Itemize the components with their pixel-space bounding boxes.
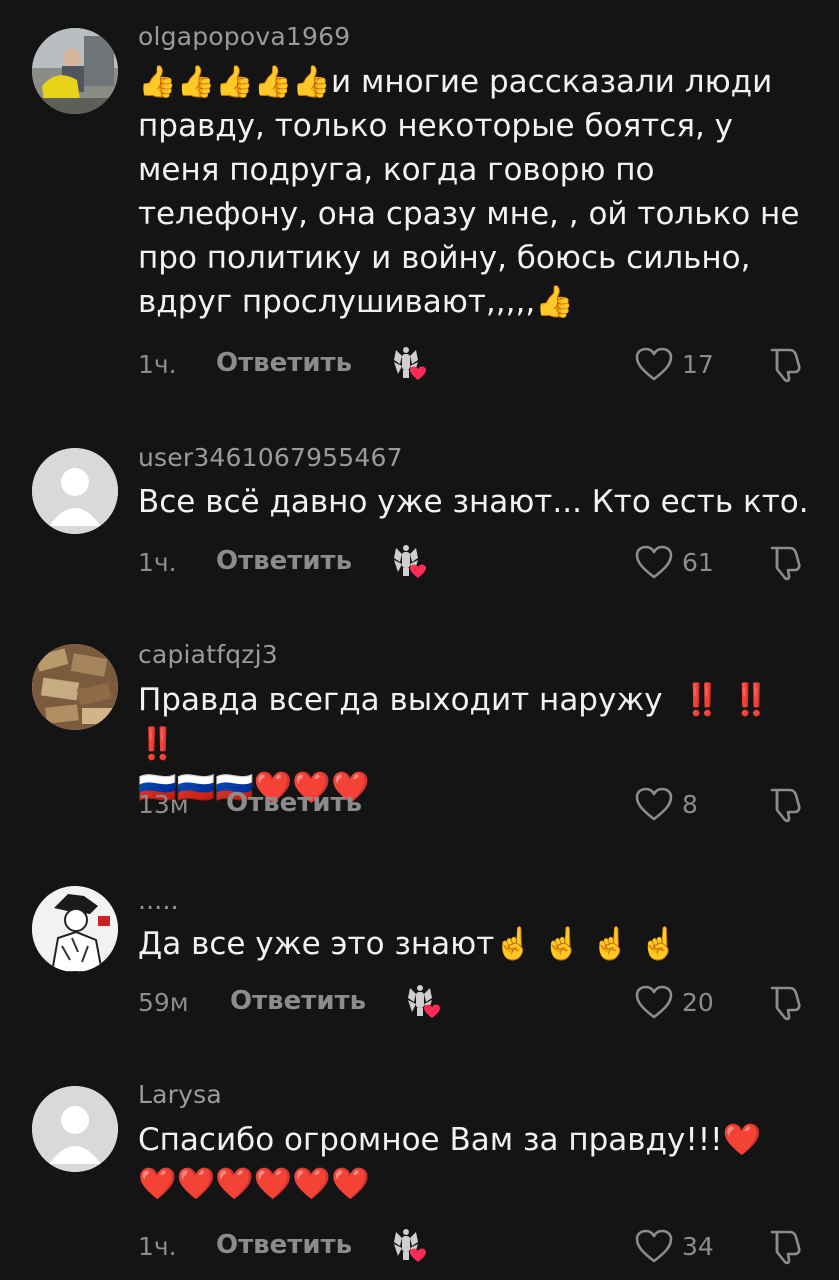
dislike-icon[interactable] [766, 784, 806, 824]
avatar[interactable] [32, 28, 118, 114]
heart-emoji-row: ❤️❤️❤️❤️❤️❤️ [138, 1166, 370, 1202]
avatar[interactable] [32, 886, 118, 972]
heart-emoji: ❤️ [722, 1122, 762, 1158]
comment-body: и многие рассказали люди правду, только … [138, 64, 800, 320]
thumbs-up-emoji: 👍👍👍👍👍 [138, 64, 331, 100]
comment-actions: 13м Ответить 8 [138, 784, 818, 824]
comment-username[interactable]: user3461067955467 [138, 443, 403, 472]
creator-liked-icon [402, 982, 444, 1022]
comment-text: Да все уже это знают☝️ ☝️ ☝️ ☝️ [138, 922, 818, 966]
comment-actions: 1ч. Ответить 17 [138, 344, 818, 384]
comment-actions: 1ч. Ответить 61 [138, 542, 818, 582]
comment-text: 👍👍👍👍👍и многие рассказали люди правду, то… [138, 60, 818, 324]
comment-time: 1ч. [138, 350, 177, 379]
like-icon[interactable] [634, 786, 674, 822]
dislike-icon[interactable] [766, 542, 806, 582]
pointing-up-emoji: ☝️ ☝️ ☝️ ☝️ [494, 926, 679, 962]
comment-time: 1ч. [138, 1232, 177, 1261]
comment-actions: 1ч. Ответить 34 [138, 1226, 818, 1266]
comment-username[interactable]: Larysa [138, 1080, 222, 1109]
dislike-icon[interactable] [766, 344, 806, 384]
creator-liked-icon [388, 542, 430, 582]
dislike-icon[interactable] [766, 982, 806, 1022]
comment-body: Да все уже это знают [138, 926, 495, 962]
like-count: 34 [682, 1232, 714, 1261]
comment-actions: 59м Ответить 20 [138, 982, 818, 1022]
comment-time: 13м [138, 790, 189, 819]
like-count: 17 [682, 350, 714, 379]
comment-time: 1ч. [138, 548, 177, 577]
comment-body: Все всё давно уже знают... Кто есть кто. [138, 484, 809, 520]
dislike-icon[interactable] [766, 1226, 806, 1266]
comment-body: Спасибо огромное Вам за правду!!! [138, 1122, 723, 1158]
comment-username[interactable]: ..... [138, 886, 179, 915]
like-icon[interactable] [634, 346, 674, 382]
like-count: 8 [682, 790, 698, 819]
like-count: 20 [682, 988, 714, 1017]
avatar[interactable] [32, 1086, 118, 1172]
comment-text: Спасибо огромное Вам за правду!!!❤️ ❤️❤️… [138, 1118, 818, 1206]
comment-body: Правда всегда выходит наружу [138, 682, 663, 718]
comment-username[interactable]: capiatfqzj3 [138, 640, 278, 669]
reply-button[interactable]: Ответить [216, 348, 352, 378]
avatar[interactable] [32, 644, 118, 730]
avatar[interactable] [32, 448, 118, 534]
reply-button[interactable]: Ответить [230, 986, 366, 1016]
reply-button[interactable]: Ответить [216, 1230, 352, 1260]
comment-time: 59м [138, 988, 189, 1017]
comment-text: Все всё давно уже знают... Кто есть кто. [138, 480, 818, 524]
thumbs-up-emoji: 👍 [535, 284, 574, 320]
reply-button[interactable]: Ответить [226, 788, 362, 818]
like-icon[interactable] [634, 1228, 674, 1264]
like-icon[interactable] [634, 984, 674, 1020]
like-icon[interactable] [634, 544, 674, 580]
like-count: 61 [682, 548, 714, 577]
comment-username[interactable]: olgapopova1969 [138, 22, 350, 51]
reply-button[interactable]: Ответить [216, 546, 352, 576]
creator-liked-icon [388, 344, 430, 384]
creator-liked-icon [388, 1226, 430, 1266]
